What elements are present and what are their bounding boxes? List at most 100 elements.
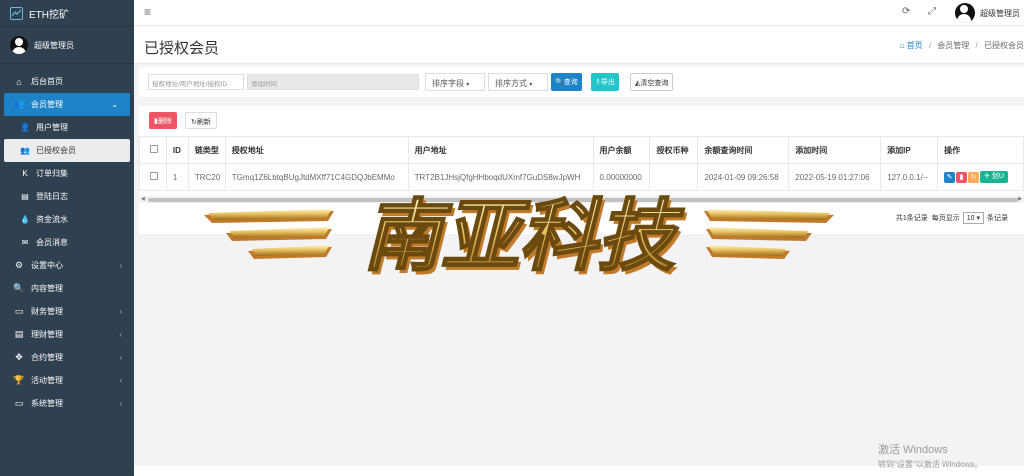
gears-icon: ⚙	[14, 260, 24, 270]
home-icon[interactable]: ⌂	[900, 41, 907, 50]
sidebar-item-12[interactable]: ✥ 合约管理 ‹	[0, 346, 134, 369]
top-user-name: 超级管理员	[980, 8, 1020, 18]
members-table: ID 链类型 授权地址 用户地址 用户余额 授权币种 余额查询时间 添加时间 添…	[139, 136, 1024, 191]
breadcrumb-item[interactable]: 会员管理	[937, 41, 969, 50]
users-icon: 👥	[20, 146, 30, 155]
windows-activation-title: 激活 Windows	[878, 444, 948, 456]
sidebar-item-10[interactable]: ▭ 财务管理 ‹	[0, 300, 134, 323]
menu-toggle-icon[interactable]: ≡	[144, 5, 151, 19]
search-icon: 🔍	[13, 283, 25, 293]
col-header[interactable]: 链类型	[187, 136, 226, 164]
edit-button[interactable]: ✎	[944, 171, 956, 183]
sidebar-item-4[interactable]: K 订单归集	[0, 162, 134, 185]
home-icon: ⌂	[16, 76, 22, 87]
breadcrumb-separator: /	[975, 41, 978, 50]
sort-field-select[interactable]: 排序字段 ▾	[425, 73, 485, 91]
logo[interactable]: ETH挖矿	[0, 0, 134, 26]
sidebar-item-13[interactable]: 🏆 活动管理 ‹	[0, 369, 134, 392]
col-header[interactable]: 添加时间	[788, 136, 882, 164]
sidebar-item-label: 登陆日志	[36, 192, 68, 201]
sort-order-select[interactable]: 排序方式 ▾	[488, 73, 548, 91]
drop-icon: 💧	[20, 215, 30, 224]
select-all-checkbox[interactable]	[139, 136, 167, 164]
sidebar-item-14[interactable]: ▭ 系统管理 ‹	[0, 392, 134, 415]
cell-id: 1	[165, 163, 189, 191]
col-header[interactable]: 用户地址	[407, 136, 594, 164]
sidebar-item-9[interactable]: 🔍 内容管理	[0, 277, 134, 300]
scroll-right-icon[interactable]: ▶	[1018, 196, 1022, 202]
delete-label: 删除	[157, 118, 172, 125]
sidebar-item-label: 设置中心	[31, 261, 63, 270]
sidebar-item-label: 内容管理	[31, 284, 63, 293]
k-icon: K	[22, 169, 28, 178]
transfer-u-label: 划U	[991, 173, 1004, 180]
sidebar-item-1[interactable]: 👥 会员管理 ⌄	[4, 93, 130, 116]
page-title: 已授权会员	[144, 40, 220, 57]
col-header[interactable]: 添加IP	[880, 136, 939, 164]
sort-field-label: 排序字段	[432, 79, 464, 88]
chevron-left-icon: ‹	[119, 399, 122, 408]
avatar	[955, 3, 975, 23]
col-header[interactable]: 余额查询时间	[697, 136, 790, 164]
sidebar-item-label: 系统管理	[31, 399, 63, 408]
chevron-left-icon: ‹	[119, 307, 122, 316]
sidebar-item-3[interactable]: 👥 已授权会员	[4, 139, 130, 162]
time-input[interactable]: 添加时间	[247, 74, 419, 90]
query-button[interactable]: 🔍查询	[551, 73, 582, 91]
chart-logo-icon	[10, 6, 23, 20]
row-checkbox[interactable]	[139, 163, 167, 191]
sidebar-item-label: 后台首页	[31, 77, 63, 86]
sidebar-item-label: 财务管理	[31, 307, 63, 316]
transfer-u-button[interactable]: ✈ 划U	[980, 171, 1008, 183]
query-label: 查询	[563, 79, 578, 86]
pagination: 共1条记录 每页显示 10 ▾ 条记录	[896, 212, 1008, 224]
records-unit: 条记录	[987, 215, 1008, 222]
users-icon: 👥	[13, 99, 25, 109]
sidebar-item-8[interactable]: ⚙ 设置中心 ‹	[0, 254, 134, 277]
breadcrumb: ⌂ 首页 / 会员管理 / 已授权会员	[900, 40, 1024, 51]
export-button[interactable]: ⇪导出	[591, 73, 619, 91]
col-header[interactable]: 用户余额	[592, 136, 651, 164]
sidebar-item-label: 资金流水	[36, 215, 68, 224]
sidebar-item-0[interactable]: ⌂ 后台首页	[0, 70, 134, 93]
pencil-icon: ✎	[946, 173, 953, 181]
topbar: ≡ ⟳ ⤢ 超级管理员	[134, 0, 1024, 26]
sidebar-user[interactable]: 超级管理员	[0, 26, 134, 64]
sidebar-item-6[interactable]: 💧 资金流水	[0, 208, 134, 231]
clear-query-button[interactable]: ◭清空查询	[630, 73, 674, 91]
sidebar-item-label: 活动管理	[31, 376, 63, 385]
checkbox-icon	[150, 172, 158, 180]
fullscreen-icon[interactable]: ⤢	[928, 6, 936, 17]
sort-order-label: 排序方式	[495, 79, 527, 88]
sidebar-item-11[interactable]: ▤ 理财管理 ‹	[0, 323, 134, 346]
refresh-label: 刷新	[196, 119, 211, 126]
search-input[interactable]: 授权地址/用户地址/授权ID	[148, 74, 244, 90]
refresh-icon[interactable]: ⟳	[902, 6, 910, 17]
logo-text: ETH挖矿	[29, 9, 69, 21]
monitor-icon: ▭	[14, 398, 24, 408]
col-header[interactable]: 授权币种	[649, 136, 699, 164]
clear-label: 清空查询	[640, 80, 669, 87]
total-records: 共1条记录	[895, 215, 928, 222]
col-header[interactable]: 授权地址	[224, 136, 409, 164]
col-header[interactable]: ID	[165, 136, 189, 164]
breadcrumb-home[interactable]: 首页	[907, 41, 923, 50]
delete-button[interactable]: ▮删除	[149, 112, 177, 129]
per-page-label: 每页显示	[931, 215, 960, 222]
top-user-menu[interactable]: 超级管理员	[955, 3, 1020, 23]
refresh-button[interactable]: ↻刷新	[185, 112, 217, 129]
windows-activation-hint: 转到"设置"以激活 Windows。	[878, 460, 983, 469]
refresh-row-button[interactable]: ↻	[968, 171, 980, 183]
scroll-left-icon[interactable]: ◀	[141, 196, 145, 202]
caret-down-icon: ▾	[529, 82, 533, 88]
sidebar-item-7[interactable]: ✉ 会员消息	[0, 231, 134, 254]
checkbox-icon	[150, 145, 158, 153]
cell-actions: ✎ ▮ ↻ ✈ 划U	[937, 163, 1024, 191]
per-page-select[interactable]: 10 ▾	[962, 212, 984, 224]
caret-down-icon: ▾	[466, 82, 470, 88]
sidebar-item-2[interactable]: 👤 用户管理	[0, 116, 134, 139]
refresh-icon: ↻	[970, 173, 977, 181]
sidebar-item-5[interactable]: ▤ 登陆日志	[0, 185, 134, 208]
left-wing-icon	[204, 209, 334, 259]
delete-row-button[interactable]: ▮	[956, 171, 968, 183]
